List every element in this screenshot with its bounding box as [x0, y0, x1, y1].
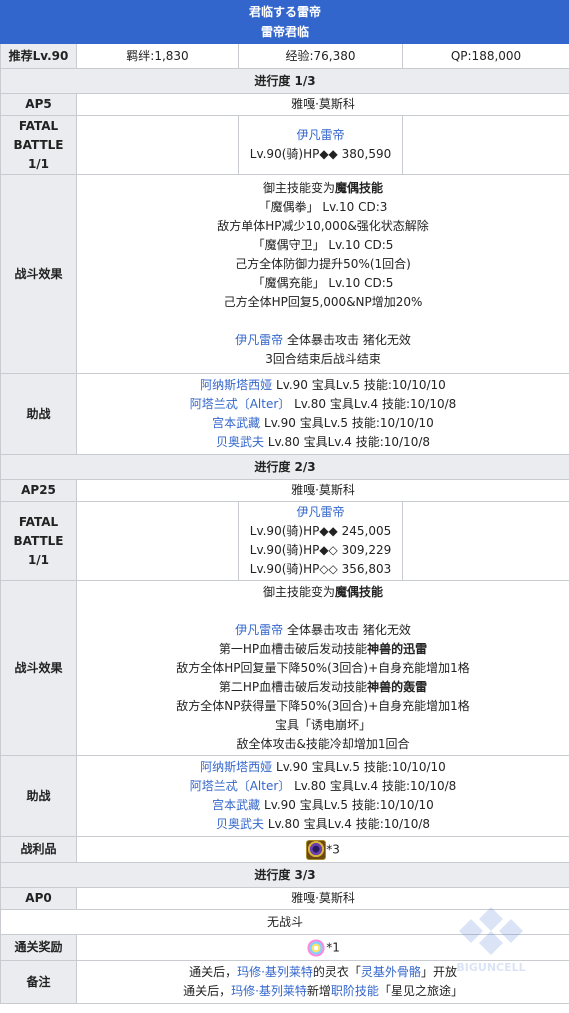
stage3-notes-row: 备注 通关后，玛修·基列莱特的灵衣「灵基外骨骼」开放 通关后，玛修·基列莱特新增…	[0, 960, 569, 1004]
loot-count: *3	[326, 842, 340, 856]
stage1-title-row: 进行度 1/3	[0, 68, 569, 94]
stage3-title: 进行度 3/3	[0, 862, 569, 888]
stage2-effects: 御主技能变为魔偶技能 伊凡雷帝 全体暴击攻击 猪化无效 第一HP血槽击破后发动技…	[75, 580, 569, 756]
stage3-reward: *1	[75, 934, 569, 961]
quest-title: 君临する雷帝	[249, 5, 322, 19]
quest-subtitle: 雷帝君临	[261, 25, 310, 39]
stage2-location: 雅嘎·莫斯科	[75, 479, 569, 502]
stage2-loot: *3	[75, 836, 569, 863]
support-servant-link[interactable]: 阿纳斯塔西娅	[200, 760, 272, 774]
stage2-enemy-cell: 伊凡雷帝 Lv.90(骑)HP◆◆ 245,005 Lv.90(骑)HP◆◇ 3…	[238, 501, 403, 581]
stage1-support-label: 助战	[0, 373, 77, 455]
stage1-ap: AP5	[0, 93, 77, 116]
stage3-title-row: 进行度 3/3	[0, 862, 569, 888]
stage2-loot-row: 战利品 *3	[0, 836, 569, 863]
support-servant-link[interactable]: 贝奥武夫	[216, 817, 264, 831]
support-servant-link[interactable]: 贝奥武夫	[216, 435, 264, 449]
bond-value: 羁绊:1,830	[76, 43, 239, 69]
exp-value: 经验:76,380	[238, 43, 403, 69]
stage2-enemy-link[interactable]: 伊凡雷帝	[235, 623, 283, 637]
recommend-row: 推荐Lv.90 羁绊:1,830 经验:76,380 QP:188,000	[0, 43, 569, 69]
stage2-loot-label: 战利品	[0, 836, 77, 863]
stage1-enemy-name[interactable]: 伊凡雷帝	[243, 126, 398, 145]
stage1-fatal-empty-right	[401, 115, 569, 175]
support-servant-link[interactable]: 宫本武藏	[212, 798, 260, 812]
stage1-enemy-link[interactable]: 伊凡雷帝	[235, 333, 283, 347]
reward-count: *1	[326, 940, 340, 954]
stage2-support: 阿纳斯塔西娅 Lv.90 宝具Lv.5 技能:10/10/10 阿塔兰忒〔Alt…	[75, 755, 569, 837]
stage2-title-row: 进行度 2/3	[0, 454, 569, 480]
qp-value: QP:188,000	[401, 43, 569, 69]
stage2-effects-label: 战斗效果	[0, 580, 77, 756]
stage3-no-battle: 无战斗	[0, 909, 569, 935]
stage2-support-label: 助战	[0, 755, 77, 837]
support-servant-link[interactable]: 阿塔兰忒〔Alter〕	[190, 779, 291, 793]
stage1-fatal-row: FATAL BATTLE 1/1 伊凡雷帝 Lv.90(骑)HP◆◆ 380,5…	[0, 115, 569, 175]
stage1-support-row: 助战 阿纳斯塔西娅 Lv.90 宝具Lv.5 技能:10/10/10 阿塔兰忒〔…	[0, 373, 569, 455]
quest-page: 君临する雷帝 雷帝君临 推荐Lv.90 羁绊:1,830 经验:76,380 Q…	[0, 0, 569, 1013]
stage3-ap: AP0	[0, 887, 77, 910]
quest-header: 君临する雷帝 雷帝君临	[0, 0, 569, 44]
stage1-enemy-cell: 伊凡雷帝 Lv.90(骑)HP◆◆ 380,590	[238, 115, 403, 175]
recommend-level: 推荐Lv.90	[0, 43, 77, 69]
stage1-effects-row: 战斗效果 御主技能变为魔偶技能 「魔偶拳」 Lv.10 CD:3 敌方单体HP减…	[0, 174, 569, 374]
gem-icon[interactable]	[306, 839, 327, 860]
stage2-enemy-name[interactable]: 伊凡雷帝	[243, 503, 398, 522]
stage3-location: 雅嘎·莫斯科	[75, 887, 569, 910]
stage3-battle-row: 无战斗	[0, 909, 569, 935]
servant-link[interactable]: 玛修·基列莱特	[237, 965, 313, 979]
costume-link[interactable]: 灵基外骨骼	[361, 965, 421, 979]
stage2-title: 进行度 2/3	[0, 454, 569, 480]
stage2-fatal-empty-left	[76, 501, 239, 581]
stage1-fatal-label: FATAL BATTLE 1/1	[0, 115, 77, 175]
stage3-reward-row: 通关奖励 *1	[0, 934, 569, 961]
stage1-title: 进行度 1/3	[0, 68, 569, 94]
class-skill-link[interactable]: 职阶技能	[331, 984, 379, 998]
quest-table: 君临する雷帝 雷帝君临 推荐Lv.90 羁绊:1,830 经验:76,380 Q…	[0, 0, 569, 1004]
saint-quartz-icon[interactable]	[306, 937, 327, 958]
stage3-ap-row: AP0 雅嘎·莫斯科	[0, 887, 569, 910]
support-servant-link[interactable]: 阿塔兰忒〔Alter〕	[190, 397, 291, 411]
stage2-ap-row: AP25 雅嘎·莫斯科	[0, 479, 569, 502]
support-servant-link[interactable]: 宫本武藏	[212, 416, 260, 430]
stage2-fatal-label: FATAL BATTLE 1/1	[0, 501, 77, 581]
stage1-support: 阿纳斯塔西娅 Lv.90 宝具Lv.5 技能:10/10/10 阿塔兰忒〔Alt…	[75, 373, 569, 455]
stage3-notes: 通关后，玛修·基列莱特的灵衣「灵基外骨骼」开放 通关后，玛修·基列莱特新增职阶技…	[75, 960, 569, 1004]
quest-header-row: 君临する雷帝 雷帝君临	[0, 0, 569, 44]
support-servant-link[interactable]: 阿纳斯塔西娅	[200, 378, 272, 392]
stage2-effects-row: 战斗效果 御主技能变为魔偶技能 伊凡雷帝 全体暴击攻击 猪化无效 第一HP血槽击…	[0, 580, 569, 756]
stage1-location: 雅嘎·莫斯科	[75, 93, 569, 116]
stage2-ap: AP25	[0, 479, 77, 502]
stage1-fatal-empty-left	[76, 115, 239, 175]
stage2-fatal-row: FATAL BATTLE 1/1 伊凡雷帝 Lv.90(骑)HP◆◆ 245,0…	[0, 501, 569, 581]
stage1-ap-row: AP5 雅嘎·莫斯科	[0, 93, 569, 116]
stage2-fatal-empty-right	[401, 501, 569, 581]
stage1-effects: 御主技能变为魔偶技能 「魔偶拳」 Lv.10 CD:3 敌方单体HP减少10,0…	[75, 174, 569, 374]
servant-link[interactable]: 玛修·基列莱特	[231, 984, 307, 998]
stage3-notes-label: 备注	[0, 960, 77, 1004]
stage1-enemy-stats: Lv.90(骑)HP◆◆ 380,590	[249, 147, 392, 161]
stage2-support-row: 助战 阿纳斯塔西娅 Lv.90 宝具Lv.5 技能:10/10/10 阿塔兰忒〔…	[0, 755, 569, 837]
stage3-reward-label: 通关奖励	[0, 934, 77, 961]
stage1-effects-label: 战斗效果	[0, 174, 77, 374]
